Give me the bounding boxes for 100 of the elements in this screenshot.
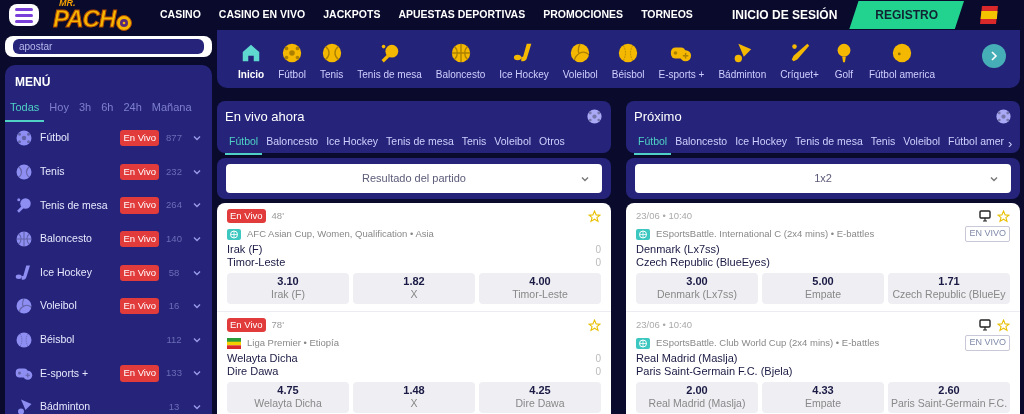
nav-link[interactable]: APUESTAS DEPORTIVAS bbox=[398, 7, 526, 23]
sport-link[interactable]: Béisbol bbox=[40, 332, 161, 348]
sport-link[interactable]: Voleibol bbox=[40, 298, 121, 315]
live-badge: En Vivo bbox=[120, 264, 159, 281]
sport-tab[interactable]: Voleibol bbox=[555, 42, 605, 82]
odds-button[interactable]: 2.60 Paris Saint-Germain F.C. bbox=[888, 382, 1010, 413]
event-count: 264 bbox=[165, 198, 183, 213]
league-name: ESportsBattle. International C (2x4 mins) • E-battles bbox=[656, 226, 875, 241]
filter-tab[interactable]: Mañana bbox=[146, 97, 197, 122]
nav-link[interactable]: PROMOCIONES bbox=[543, 7, 624, 23]
team-name: Paris Saint-Germain F.C. (Bjela) bbox=[636, 365, 793, 378]
search-field[interactable]: apostar bbox=[13, 39, 204, 54]
shuttlecock-icon bbox=[15, 398, 33, 414]
nav-link[interactable]: CASINO EN VIVO bbox=[218, 7, 306, 23]
nav-link[interactable]: CASINO bbox=[160, 7, 201, 23]
live-badge: En Vivo bbox=[227, 317, 266, 333]
sport-tab[interactable]: Baloncesto bbox=[428, 42, 493, 82]
star-icon[interactable] bbox=[588, 209, 601, 223]
team-name: Dire Dawa bbox=[227, 365, 279, 378]
match-minute: 78' bbox=[271, 317, 284, 332]
team-name: Welayta Dicha bbox=[227, 352, 298, 365]
tennis-ball-icon bbox=[15, 162, 33, 181]
event-count: 140 bbox=[165, 231, 183, 246]
sport-link[interactable]: Bádminton bbox=[40, 399, 161, 414]
odds-button[interactable]: 3.10 Irak (F) bbox=[227, 273, 349, 304]
soccer-ball-icon bbox=[586, 108, 603, 126]
star-icon[interactable] bbox=[997, 209, 1010, 223]
nav-link[interactable]: JACKPOTS bbox=[323, 7, 381, 23]
sport-tab[interactable]: Ice Hockey bbox=[322, 131, 383, 156]
hockey-stick-icon bbox=[15, 263, 33, 282]
register-button[interactable]: REGISTRO bbox=[849, 1, 964, 29]
odds-button[interactable]: 1.48 X bbox=[353, 382, 475, 413]
chevron-down-icon[interactable] bbox=[989, 174, 999, 184]
odds-button[interactable]: 1.71 Czech Republic (BlueEy bbox=[888, 273, 1010, 304]
filter-tab[interactable]: Todas bbox=[5, 97, 45, 122]
sport-link[interactable]: Tenis de mesa bbox=[40, 197, 121, 214]
sport-tab[interactable]: Tenis bbox=[312, 42, 351, 82]
sport-tab[interactable]: E-sports + bbox=[651, 42, 712, 82]
sport-tab[interactable]: Tenis de mesa bbox=[350, 42, 429, 82]
sport-tab[interactable]: Críquet+ bbox=[773, 42, 826, 82]
event-count: 16 bbox=[167, 299, 181, 314]
more-arrow[interactable]: › bbox=[1008, 133, 1013, 154]
sport-tab[interactable]: Fútbol bbox=[634, 131, 672, 156]
sport-tab[interactable]: Bádminton bbox=[711, 42, 774, 82]
league-name: AFC Asian Cup, Women, Qualification • Asia bbox=[247, 226, 434, 241]
odds-button[interactable]: 4.25 Dire Dawa bbox=[479, 382, 601, 413]
sport-tab[interactable]: Tenis bbox=[866, 131, 900, 156]
odds-button[interactable]: 1.82 X bbox=[353, 273, 475, 304]
menu-button[interactable] bbox=[9, 4, 39, 26]
match-minute: 48' bbox=[271, 208, 284, 223]
sport-tab[interactable]: Tenis de mesa bbox=[382, 131, 458, 156]
star-icon[interactable] bbox=[997, 318, 1010, 332]
login-link[interactable]: INICIO DE SESIÓN bbox=[731, 6, 838, 24]
nav-link[interactable]: TORNEOS bbox=[641, 7, 693, 23]
filter-tab[interactable]: Hoy bbox=[44, 97, 74, 122]
odds-button[interactable]: 4.33 Empate bbox=[762, 382, 884, 413]
sport-link[interactable]: Tenis bbox=[40, 164, 121, 180]
sport-link[interactable]: E-sports + bbox=[40, 365, 121, 382]
sport-link[interactable]: Fútbol bbox=[40, 130, 121, 147]
sport-tab[interactable]: Otros bbox=[535, 131, 569, 156]
sport-link[interactable]: Baloncesto bbox=[40, 231, 121, 247]
team-score: 0 bbox=[595, 243, 601, 256]
filter-tab[interactable]: 6h bbox=[96, 97, 119, 122]
sport-tab[interactable]: Fútbol amer bbox=[944, 131, 1009, 156]
globe-icon bbox=[227, 228, 241, 240]
sport-tab[interactable]: Béisbol bbox=[604, 42, 652, 82]
sport-tab[interactable]: Ice Hockey bbox=[492, 42, 556, 82]
logo[interactable]: PACH MR. bbox=[53, 0, 133, 31]
filter-tab[interactable]: 3h bbox=[73, 97, 97, 122]
sport-tab[interactable]: Fútbol bbox=[225, 131, 263, 156]
sport-link[interactable]: Ice Hockey bbox=[40, 264, 121, 281]
sport-tab[interactable]: Ice Hockey bbox=[731, 131, 792, 156]
sport-tab[interactable]: Voleibol bbox=[490, 131, 536, 156]
sport-tab[interactable]: Baloncesto bbox=[262, 131, 323, 156]
baseball-icon bbox=[617, 42, 640, 64]
sport-tab[interactable]: Golf bbox=[825, 42, 862, 82]
odds-button[interactable]: 5.00 Empate bbox=[762, 273, 884, 304]
live-badge: En Vivo bbox=[120, 365, 159, 382]
odds-button[interactable]: 4.00 Timor-Leste bbox=[479, 273, 601, 304]
baseball-icon bbox=[15, 330, 33, 349]
sport-tab[interactable]: Voleibol bbox=[899, 131, 945, 156]
odds-button[interactable]: 4.75 Welayta Dicha bbox=[227, 382, 349, 413]
sport-tab[interactable]: Tenis bbox=[457, 131, 491, 156]
odds-button[interactable]: 3.00 Denmark (Lx7ss) bbox=[636, 273, 758, 304]
sport-tab[interactable]: Tenis de mesa bbox=[791, 131, 867, 156]
event-count: 13 bbox=[167, 399, 181, 414]
chevron-down-icon[interactable] bbox=[580, 174, 590, 184]
sport-tab[interactable]: Fútbol america bbox=[861, 42, 942, 82]
market-select[interactable]: 1x2 bbox=[635, 164, 1011, 193]
star-icon[interactable] bbox=[588, 318, 601, 332]
sport-tab[interactable]: Inicio bbox=[231, 42, 272, 82]
sport-tab[interactable]: Baloncesto bbox=[671, 131, 732, 156]
market-select[interactable]: Resultado del partido bbox=[226, 164, 602, 193]
volleyball-icon bbox=[569, 42, 592, 64]
odds-button[interactable]: 2.00 Real Madrid (Maslja) bbox=[636, 382, 758, 413]
filter-tab[interactable]: 24h bbox=[118, 97, 147, 122]
sport-tab[interactable]: Fútbol bbox=[271, 42, 313, 82]
flag-icon[interactable] bbox=[978, 5, 1000, 25]
monitor-icon bbox=[979, 210, 991, 222]
scroll-right-button[interactable] bbox=[982, 44, 1006, 68]
